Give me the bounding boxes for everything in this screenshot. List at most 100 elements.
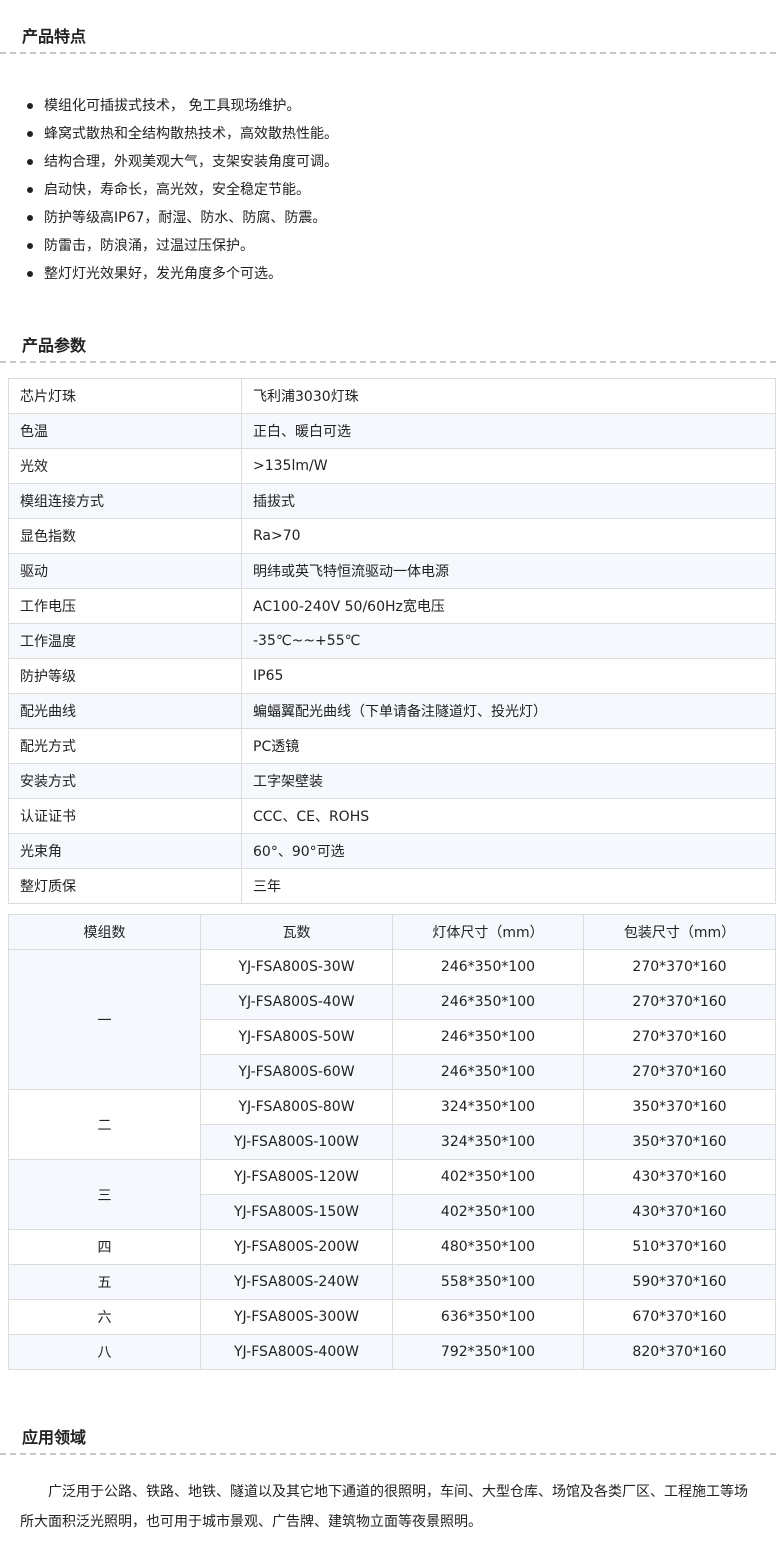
pack-cell: 820*370*160 — [583, 1334, 776, 1370]
param-value: 60°、90°可选 — [241, 833, 776, 869]
params-row: 配光曲线 蝙蝠翼配光曲线（下单请备注隧道灯、投光灯） — [8, 693, 776, 729]
body-cell: 558*350*100 — [392, 1264, 584, 1300]
param-value: 插拔式 — [241, 483, 776, 519]
param-value: 蝙蝠翼配光曲线（下单请备注隧道灯、投光灯） — [241, 693, 776, 729]
module-count-cell: 一 — [8, 949, 201, 1090]
bullet-icon — [27, 271, 33, 277]
watt-cell: YJ-FSA800S-300W — [200, 1299, 393, 1335]
applications-title: 应用领域 — [22, 1428, 87, 1447]
watt-cell: YJ-FSA800S-30W — [200, 949, 393, 985]
watt-cell: YJ-FSA800S-60W — [200, 1054, 393, 1090]
bullet-icon — [27, 215, 33, 221]
watt-cell: YJ-FSA800S-400W — [200, 1334, 393, 1370]
param-label: 芯片灯珠 — [8, 378, 242, 414]
feature-item: 启动快，寿命长，高光效，安全稳定节能。 — [0, 176, 338, 204]
params-row: 光效 >135lm/W — [8, 448, 776, 484]
param-value: -35℃~~+55℃ — [241, 623, 776, 659]
params-row: 光束角 60°、90°可选 — [8, 833, 776, 869]
params-row: 工作温度 -35℃~~+55℃ — [8, 623, 776, 659]
feature-text: 防雷击，防浪涌，过温过压保护。 — [44, 238, 254, 254]
pack-cell: 270*370*160 — [583, 949, 776, 985]
feature-list: 模组化可插拔式技术， 免工具现场维护。蜂窝式散热和全结构散热技术，高效散热性能。… — [0, 92, 338, 288]
feature-item: 整灯灯光效果好，发光角度多个可选。 — [0, 260, 338, 288]
watt-cell: YJ-FSA800S-240W — [200, 1264, 393, 1300]
feature-text: 启动快，寿命长，高光效，安全稳定节能。 — [44, 182, 310, 198]
param-value: IP65 — [241, 658, 776, 694]
param-value: Ra>70 — [241, 518, 776, 554]
feature-item: 蜂窝式散热和全结构散热技术，高效散热性能。 — [0, 120, 338, 148]
param-value: 明纬或英飞特恒流驱动一体电源 — [241, 553, 776, 589]
params-row: 认证证书 CCC、CE、ROHS — [8, 798, 776, 834]
table-row: 五 YJ-FSA800S-240W 558*350*100 590*370*160 — [8, 1264, 776, 1300]
models-table: 模组数 瓦数 灯体尺寸（mm） 包装尺寸（mm） 一 YJ-FSA800S-30W… — [8, 914, 776, 1370]
param-value: CCC、CE、ROHS — [241, 798, 776, 834]
pack-cell: 670*370*160 — [583, 1299, 776, 1335]
watt-cell: YJ-FSA800S-100W — [200, 1124, 393, 1160]
watt-cell: YJ-FSA800S-40W — [200, 984, 393, 1020]
table-row: 三 YJ-FSA800S-120W 402*350*100 430*370*160 — [8, 1159, 776, 1230]
feature-item: 防雷击，防浪涌，过温过压保护。 — [0, 232, 338, 260]
pack-cell: 430*370*160 — [583, 1159, 776, 1195]
watt-cell: YJ-FSA800S-200W — [200, 1229, 393, 1265]
params-row: 驱动 明纬或英飞特恒流驱动一体电源 — [8, 553, 776, 589]
param-label: 工作温度 — [8, 623, 242, 659]
table-row: 四 YJ-FSA800S-200W 480*350*100 510*370*160 — [8, 1229, 776, 1265]
feature-item: 防护等级高IP67，耐湿、防水、防腐、防震。 — [0, 204, 338, 232]
pack-cell: 270*370*160 — [583, 984, 776, 1020]
param-value: >135lm/W — [241, 448, 776, 484]
feature-text: 蜂窝式散热和全结构散热技术，高效散热性能。 — [44, 126, 338, 142]
bullet-icon — [27, 103, 33, 109]
body-cell: 246*350*100 — [392, 1054, 584, 1090]
pack-cell: 270*370*160 — [583, 1054, 776, 1090]
feature-text: 防护等级高IP67，耐湿、防水、防腐、防震。 — [44, 210, 327, 226]
param-value: 飞利浦3030灯珠 — [241, 378, 776, 414]
module-count-cell: 二 — [8, 1089, 201, 1160]
watt-cell: YJ-FSA800S-120W — [200, 1159, 393, 1195]
header-watt: 瓦数 — [200, 914, 393, 950]
pack-cell: 510*370*160 — [583, 1229, 776, 1265]
param-value: 正白、暖白可选 — [241, 413, 776, 449]
module-count-cell: 六 — [8, 1299, 201, 1335]
pack-cell: 270*370*160 — [583, 1019, 776, 1055]
params-row: 芯片灯珠 飞利浦3030灯珠 — [8, 378, 776, 414]
bullet-icon — [27, 243, 33, 249]
params-row: 显色指数 Ra>70 — [8, 518, 776, 554]
body-cell: 324*350*100 — [392, 1089, 584, 1125]
params-table: 芯片灯珠 飞利浦3030灯珠 色温 正白、暖白可选 光效 >135lm/W 模组连接方式 插拔… — [8, 378, 776, 904]
table-row: 八 YJ-FSA800S-400W 792*350*100 820*370*160 — [8, 1334, 776, 1370]
body-cell: 480*350*100 — [392, 1229, 584, 1265]
param-label: 防护等级 — [8, 658, 242, 694]
params-title: 产品参数 — [22, 336, 87, 355]
body-cell: 402*350*100 — [392, 1194, 584, 1230]
feature-text: 整灯灯光效果好，发光角度多个可选。 — [44, 266, 282, 282]
bullet-icon — [27, 159, 33, 165]
module-count-cell: 四 — [8, 1229, 201, 1265]
bullet-icon — [27, 187, 33, 193]
body-cell: 792*350*100 — [392, 1334, 584, 1370]
param-label: 配光曲线 — [8, 693, 242, 729]
feature-text: 模组化可插拔式技术， 免工具现场维护。 — [44, 98, 301, 114]
bullet-icon — [27, 131, 33, 137]
applications-text: 广泛用于公路、铁路、地铁、隧道以及其它地下通道的很照明，车间、大型仓库、场馆及各… — [20, 1484, 748, 1530]
watt-cell: YJ-FSA800S-80W — [200, 1089, 393, 1125]
feature-text: 结构合理，外观美观大气，支架安装角度可调。 — [44, 154, 338, 170]
feature-item: 结构合理，外观美观大气，支架安装角度可调。 — [0, 148, 338, 176]
models-header-row: 模组数 瓦数 灯体尺寸（mm） 包装尺寸（mm） — [8, 914, 776, 950]
param-value: PC透镜 — [241, 728, 776, 764]
param-label: 认证证书 — [8, 798, 242, 834]
param-label: 模组连接方式 — [8, 483, 242, 519]
body-cell: 636*350*100 — [392, 1299, 584, 1335]
pack-cell: 590*370*160 — [583, 1264, 776, 1300]
module-count-cell: 三 — [8, 1159, 201, 1230]
params-section-header: 产品参数 — [0, 335, 776, 363]
param-label: 光束角 — [8, 833, 242, 869]
header-modules: 模组数 — [8, 914, 201, 950]
param-value: 三年 — [241, 868, 776, 904]
features-title: 产品特点 — [22, 27, 87, 46]
module-count-cell: 八 — [8, 1334, 201, 1370]
header-pack-size: 包装尺寸（mm） — [583, 914, 776, 950]
param-label: 整灯质保 — [8, 868, 242, 904]
params-row: 防护等级 IP65 — [8, 658, 776, 694]
param-label: 光效 — [8, 448, 242, 484]
param-value: 工字架壁装 — [241, 763, 776, 799]
